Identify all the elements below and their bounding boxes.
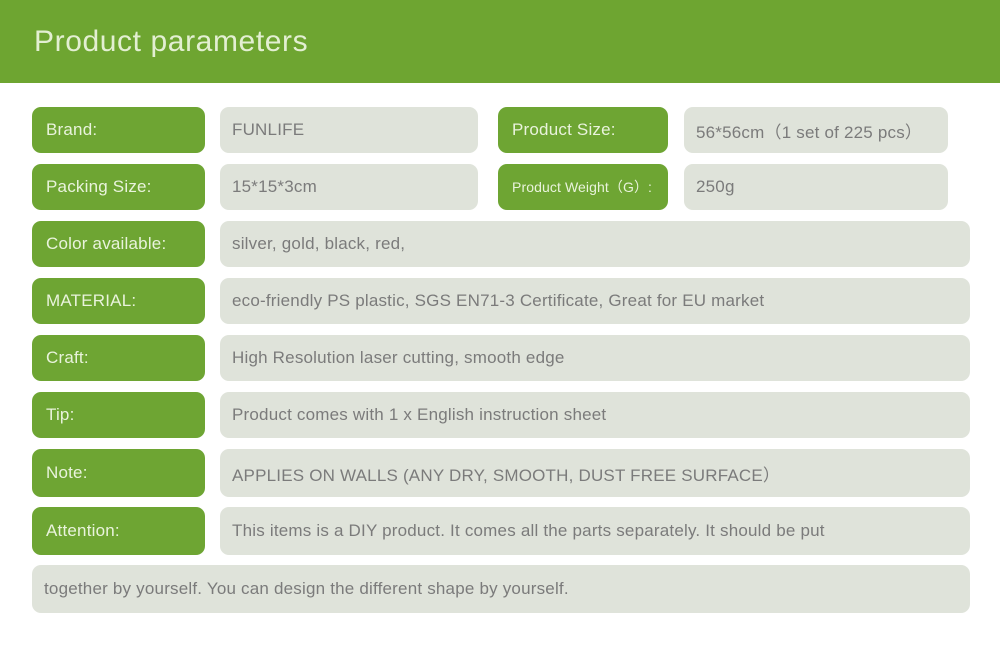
- parameter-label-tip: Tip:: [32, 392, 205, 438]
- parameter-value-product-weight: 250g: [684, 164, 948, 210]
- product-parameters-page: Product parameters Brand: FUNLIFE Produc…: [0, 0, 1000, 650]
- parameters-table: Brand: FUNLIFE Product Size: 56*56cm（1 s…: [0, 83, 1000, 650]
- parameter-value-product-size: 56*56cm（1 set of 225 pcs）: [684, 107, 948, 153]
- parameter-value-note: APPLIES ON WALLS (ANY DRY, SMOOTH, DUST …: [220, 449, 970, 497]
- parameter-label-product-weight: Product Weight（G）:: [498, 164, 668, 210]
- header-banner: Product parameters: [0, 0, 1000, 83]
- parameter-value-material: eco-friendly PS plastic, SGS EN71-3 Cert…: [220, 278, 970, 324]
- parameter-value-brand: FUNLIFE: [220, 107, 478, 153]
- parameter-label-packing-size: Packing Size:: [32, 164, 205, 210]
- parameter-label-brand: Brand:: [32, 107, 205, 153]
- parameter-value-craft: High Resolution laser cutting, smooth ed…: [220, 335, 970, 381]
- parameter-label-material: MATERIAL:: [32, 278, 205, 324]
- parameter-value-attention: This items is a DIY product. It comes al…: [220, 507, 970, 555]
- parameter-value-packing-size: 15*15*3cm: [220, 164, 478, 210]
- parameter-value-tip: Product comes with 1 x English instructi…: [220, 392, 970, 438]
- parameter-label-color-available: Color available:: [32, 221, 205, 267]
- parameter-label-product-size: Product Size:: [498, 107, 668, 153]
- parameter-label-craft: Craft:: [32, 335, 205, 381]
- parameter-value-attention-continued: together by yourself. You can design the…: [32, 565, 970, 613]
- parameter-label-attention: Attention:: [32, 507, 205, 555]
- parameter-value-color-available: silver, gold, black, red,: [220, 221, 970, 267]
- parameter-label-note: Note:: [32, 449, 205, 497]
- page-title: Product parameters: [34, 25, 309, 58]
